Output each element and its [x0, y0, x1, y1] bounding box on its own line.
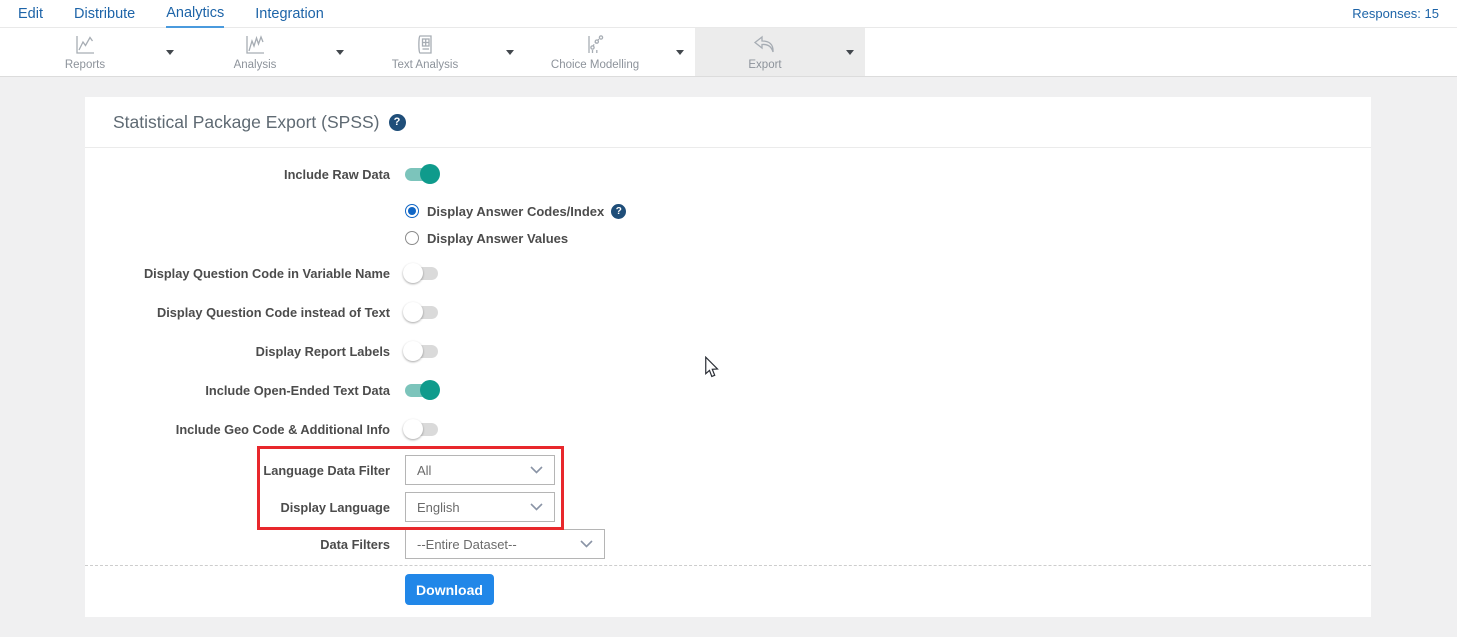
toolbar-group-text-analysis: Text Analysis — [355, 28, 525, 76]
caret-down-icon — [166, 50, 174, 55]
nav-item-integration[interactable]: Integration — [255, 1, 324, 27]
export-dropdown-caret[interactable] — [835, 28, 865, 76]
toolbar-group-analysis: Analysis — [185, 28, 355, 76]
export-label: Export — [748, 59, 781, 71]
toolbar-group-export: Export — [695, 28, 865, 76]
choice-modelling-dropdown-caret[interactable] — [665, 28, 695, 76]
chevron-down-icon — [530, 503, 543, 511]
caret-down-icon — [676, 50, 684, 55]
toggle-knob — [420, 380, 440, 400]
toolbar-group-choice-modelling: Choice Modelling — [525, 28, 695, 76]
export-button[interactable]: Export — [695, 28, 835, 76]
export-arrow-icon — [752, 34, 778, 56]
choice-modelling-button[interactable]: Choice Modelling — [525, 28, 665, 76]
analysis-button[interactable]: Analysis — [185, 28, 325, 76]
display-answer-values-radio[interactable] — [405, 231, 419, 245]
dashed-separator — [85, 565, 1371, 566]
toggle-knob — [403, 263, 423, 283]
text-analysis-button[interactable]: Text Analysis — [355, 28, 495, 76]
analysis-label: Analysis — [234, 59, 277, 71]
reports-line-chart-icon — [73, 34, 97, 56]
caret-down-icon — [506, 50, 514, 55]
responses-count: Responses: 15 — [1352, 6, 1439, 21]
display-language-value: English — [417, 500, 460, 515]
export-settings-form: Include Raw Data Display Answer Codes/In… — [85, 160, 1371, 605]
choice-modelling-label: Choice Modelling — [551, 59, 639, 71]
question-code-variable-label: Display Question Code in Variable Name — [85, 266, 390, 281]
language-data-filter-row: Language Data Filter All — [85, 455, 1371, 485]
title-help-icon[interactable]: ? — [389, 114, 406, 131]
answer-codes-help-icon[interactable]: ? — [611, 204, 626, 219]
panel-title: Statistical Package Export (SPSS) — [113, 112, 380, 133]
text-analysis-icon — [413, 34, 437, 56]
question-code-variable-toggle[interactable] — [405, 267, 438, 280]
text-analysis-label: Text Analysis — [392, 59, 458, 71]
toolbar-group-reports: Reports — [15, 28, 185, 76]
reports-dropdown-caret[interactable] — [155, 28, 185, 76]
toggle-knob — [403, 341, 423, 361]
include-raw-data-toggle[interactable] — [405, 168, 438, 181]
answer-values-radio-row: Display Answer Values — [405, 226, 1371, 250]
include-raw-data-row: Include Raw Data — [85, 160, 1371, 188]
question-code-variable-row: Display Question Code in Variable Name — [85, 259, 1371, 287]
data-filters-value: --Entire Dataset-- — [417, 537, 517, 552]
caret-down-icon — [336, 50, 344, 55]
download-button[interactable]: Download — [405, 574, 494, 605]
question-code-text-label: Display Question Code instead of Text — [85, 305, 390, 320]
data-filters-select[interactable]: --Entire Dataset-- — [405, 529, 605, 559]
question-code-text-row: Display Question Code instead of Text — [85, 298, 1371, 326]
include-raw-data-label: Include Raw Data — [85, 167, 390, 182]
reports-button[interactable]: Reports — [15, 28, 155, 76]
open-ended-row: Include Open-Ended Text Data — [85, 376, 1371, 404]
toggle-knob — [403, 419, 423, 439]
language-data-filter-label: Language Data Filter — [85, 463, 390, 478]
display-answer-values-label: Display Answer Values — [427, 231, 568, 246]
data-filters-row: Data Filters --Entire Dataset-- — [85, 529, 1371, 559]
report-labels-toggle[interactable] — [405, 345, 438, 358]
chevron-down-icon — [580, 540, 593, 548]
chevron-down-icon — [530, 466, 543, 474]
text-analysis-dropdown-caret[interactable] — [495, 28, 525, 76]
language-settings-group: Language Data Filter All Display Languag… — [85, 455, 1371, 522]
display-answer-codes-radio[interactable] — [405, 204, 419, 218]
caret-down-icon — [846, 50, 854, 55]
report-labels-label: Display Report Labels — [85, 344, 390, 359]
display-language-row: Display Language English — [85, 492, 1371, 522]
geo-code-label: Include Geo Code & Additional Info — [85, 422, 390, 437]
display-language-label: Display Language — [85, 500, 390, 515]
reports-label: Reports — [65, 59, 105, 71]
top-nav: Edit Distribute Analytics Integration Re… — [0, 0, 1457, 28]
report-labels-row: Display Report Labels — [85, 337, 1371, 365]
spss-export-panel: Statistical Package Export (SPSS) ? Incl… — [85, 97, 1371, 617]
answer-codes-radio-row: Display Answer Codes/Index ? — [405, 199, 1371, 223]
toggle-knob — [403, 302, 423, 322]
geo-code-row: Include Geo Code & Additional Info — [85, 415, 1371, 443]
analysis-dropdown-caret[interactable] — [325, 28, 355, 76]
open-ended-toggle[interactable] — [405, 384, 438, 397]
language-data-filter-value: All — [417, 463, 431, 478]
toggle-knob — [420, 164, 440, 184]
display-answer-codes-label: Display Answer Codes/Index — [427, 204, 604, 219]
language-data-filter-select[interactable]: All — [405, 455, 555, 485]
analytics-toolbar: Reports Analysis Text Analysis — [0, 28, 1457, 77]
panel-title-row: Statistical Package Export (SPSS) ? — [85, 97, 1371, 148]
display-language-select[interactable]: English — [405, 492, 555, 522]
analysis-chart-icon — [243, 34, 267, 56]
choice-modelling-icon — [583, 34, 607, 56]
open-ended-label: Include Open-Ended Text Data — [85, 383, 390, 398]
nav-item-distribute[interactable]: Distribute — [74, 1, 135, 27]
data-filters-label: Data Filters — [85, 537, 390, 552]
geo-code-toggle[interactable] — [405, 423, 438, 436]
nav-item-edit[interactable]: Edit — [18, 1, 43, 27]
question-code-text-toggle[interactable] — [405, 306, 438, 319]
nav-item-analytics[interactable]: Analytics — [166, 0, 224, 28]
